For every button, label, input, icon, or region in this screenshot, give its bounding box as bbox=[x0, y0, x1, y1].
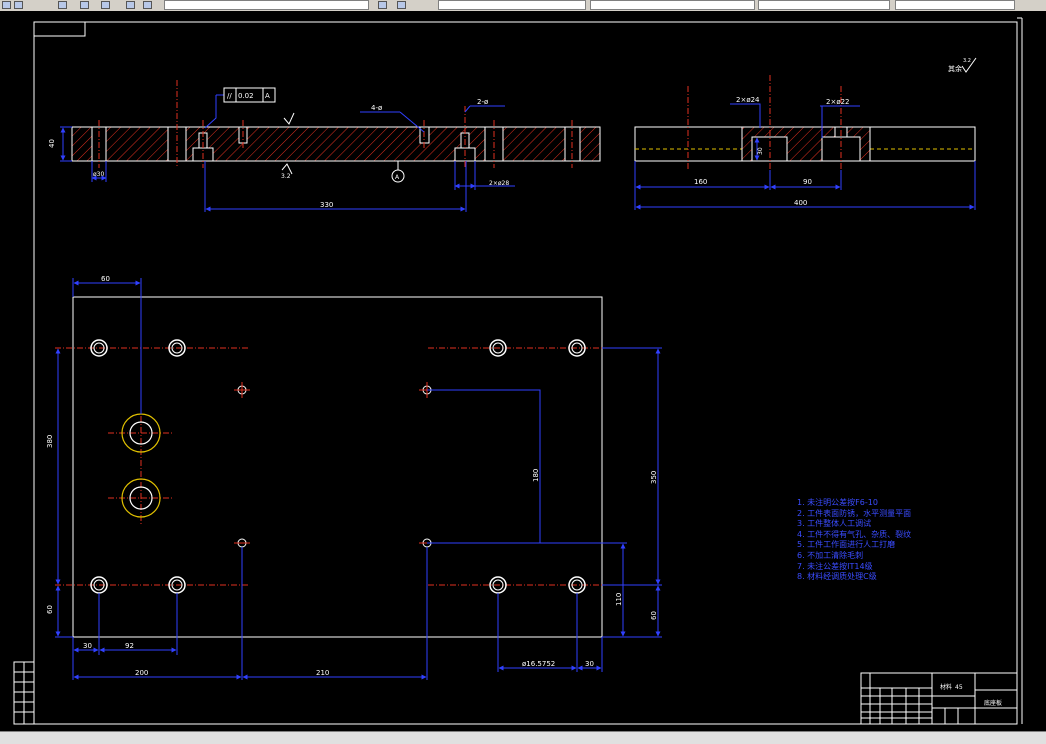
layer-state-icon[interactable] bbox=[80, 1, 89, 9]
save-icon[interactable] bbox=[14, 1, 23, 9]
svg-text:ø16.5752: ø16.5752 bbox=[522, 660, 555, 668]
svg-text:92: 92 bbox=[125, 642, 134, 650]
svg-text:380: 380 bbox=[46, 435, 54, 448]
surface-roughness-symbol: 其余 3.2 bbox=[948, 57, 977, 73]
note-item: 6. 不加工清除毛刺 bbox=[797, 550, 864, 560]
svg-text:400: 400 bbox=[794, 199, 807, 207]
layer-off-icon[interactable] bbox=[126, 1, 135, 9]
svg-text:其余: 其余 bbox=[948, 64, 962, 73]
side-dim-2x-2: 2×ø22 bbox=[826, 98, 850, 106]
callout-2-text: 2-ø bbox=[477, 98, 489, 106]
svg-text:210: 210 bbox=[316, 669, 329, 677]
callout-2x-text: 2×ø28 bbox=[489, 180, 509, 187]
style-dropdown[interactable] bbox=[438, 0, 586, 10]
note-item: 3. 工件整体人工调试 bbox=[797, 519, 872, 529]
layer-isolate-icon[interactable] bbox=[397, 1, 406, 9]
callout-text: 4-ø bbox=[371, 104, 383, 112]
title-part-name: 底座板 bbox=[984, 699, 1002, 707]
svg-text:60: 60 bbox=[650, 611, 658, 620]
svg-text:180: 180 bbox=[532, 469, 540, 482]
side-view: 2×ø24 2×ø22 30 160 90 400 bbox=[634, 75, 976, 210]
corner-tag-box bbox=[33, 21, 86, 37]
note-item: 1. 未注明公差按F6-10 bbox=[797, 498, 878, 507]
note-item: 2. 工件表面防锈，水平测量平面 bbox=[797, 508, 912, 518]
title-material-label: 材料 bbox=[940, 683, 952, 691]
dim-hole-text: ø30 bbox=[93, 171, 104, 178]
title-block: 材料 45 底座板 bbox=[860, 672, 1018, 725]
svg-text:90: 90 bbox=[803, 178, 812, 186]
plan-outline bbox=[72, 296, 603, 638]
svg-text:3.2: 3.2 bbox=[281, 173, 291, 180]
svg-text:200: 200 bbox=[135, 669, 148, 677]
section-view: 40 ø30 330 // 0.02 A 3.2 4-ø 2-ø 2×ø28 A bbox=[48, 80, 601, 212]
cad-drawing: 其余 3.2 40 ø30 330 // 0.02 A 3.2 4-ø 2-ø … bbox=[13, 17, 1023, 725]
dim-330-text: 330 bbox=[320, 201, 333, 209]
section-body bbox=[71, 126, 601, 162]
layer-previous-icon[interactable] bbox=[101, 1, 110, 9]
layer-icon[interactable] bbox=[58, 1, 67, 9]
plan-view: 60 380 60 180 350 110 60 30 92 200 210 ø… bbox=[46, 275, 662, 680]
color-dropdown[interactable] bbox=[590, 0, 755, 10]
svg-text:110: 110 bbox=[615, 593, 623, 606]
note-item: 7. 未注公差按IT14级 bbox=[797, 561, 873, 571]
svg-text:0.02: 0.02 bbox=[238, 92, 254, 100]
svg-text:60: 60 bbox=[101, 275, 110, 283]
svg-text://: // bbox=[227, 92, 232, 100]
plan-holes bbox=[90, 339, 586, 594]
svg-text:30: 30 bbox=[585, 660, 594, 668]
note-item: 8. 材料经调质处理C级 bbox=[797, 572, 877, 582]
drawing-canvas[interactable]: 其余 3.2 40 ø30 330 // 0.02 A 3.2 4-ø 2-ø … bbox=[0, 11, 1046, 741]
dim-thickness-text: 40 bbox=[48, 139, 56, 148]
match-layer-icon[interactable] bbox=[378, 1, 387, 9]
note-item: 5. 工件工作面进行人工打磨 bbox=[797, 540, 896, 550]
layer-lock-icon[interactable] bbox=[143, 1, 152, 9]
new-file-icon[interactable] bbox=[2, 1, 11, 9]
note-item: 4. 工件不得有气孔、杂质、裂纹 bbox=[797, 529, 912, 539]
svg-text:3.2: 3.2 bbox=[963, 58, 971, 64]
title-material-value: 45 bbox=[955, 684, 963, 691]
layer-dropdown[interactable] bbox=[164, 0, 369, 10]
horizontal-scrollbar[interactable] bbox=[0, 731, 1046, 744]
side-dim-2x-1: 2×ø24 bbox=[736, 96, 760, 104]
lineweight-dropdown[interactable] bbox=[895, 0, 1015, 10]
svg-text:30: 30 bbox=[83, 642, 92, 650]
technical-notes: 1. 未注明公差按F6-10 2. 工件表面防锈，水平测量平面 3. 工件整体人… bbox=[797, 498, 911, 583]
svg-text:350: 350 bbox=[650, 471, 658, 484]
linetype-dropdown[interactable] bbox=[758, 0, 890, 10]
svg-text:60: 60 bbox=[46, 605, 54, 614]
svg-text:30: 30 bbox=[757, 147, 764, 155]
svg-text:160: 160 bbox=[694, 178, 707, 186]
left-title-strip bbox=[13, 661, 35, 725]
datum-symbol-text: A bbox=[395, 174, 400, 181]
svg-text:A: A bbox=[265, 92, 270, 100]
